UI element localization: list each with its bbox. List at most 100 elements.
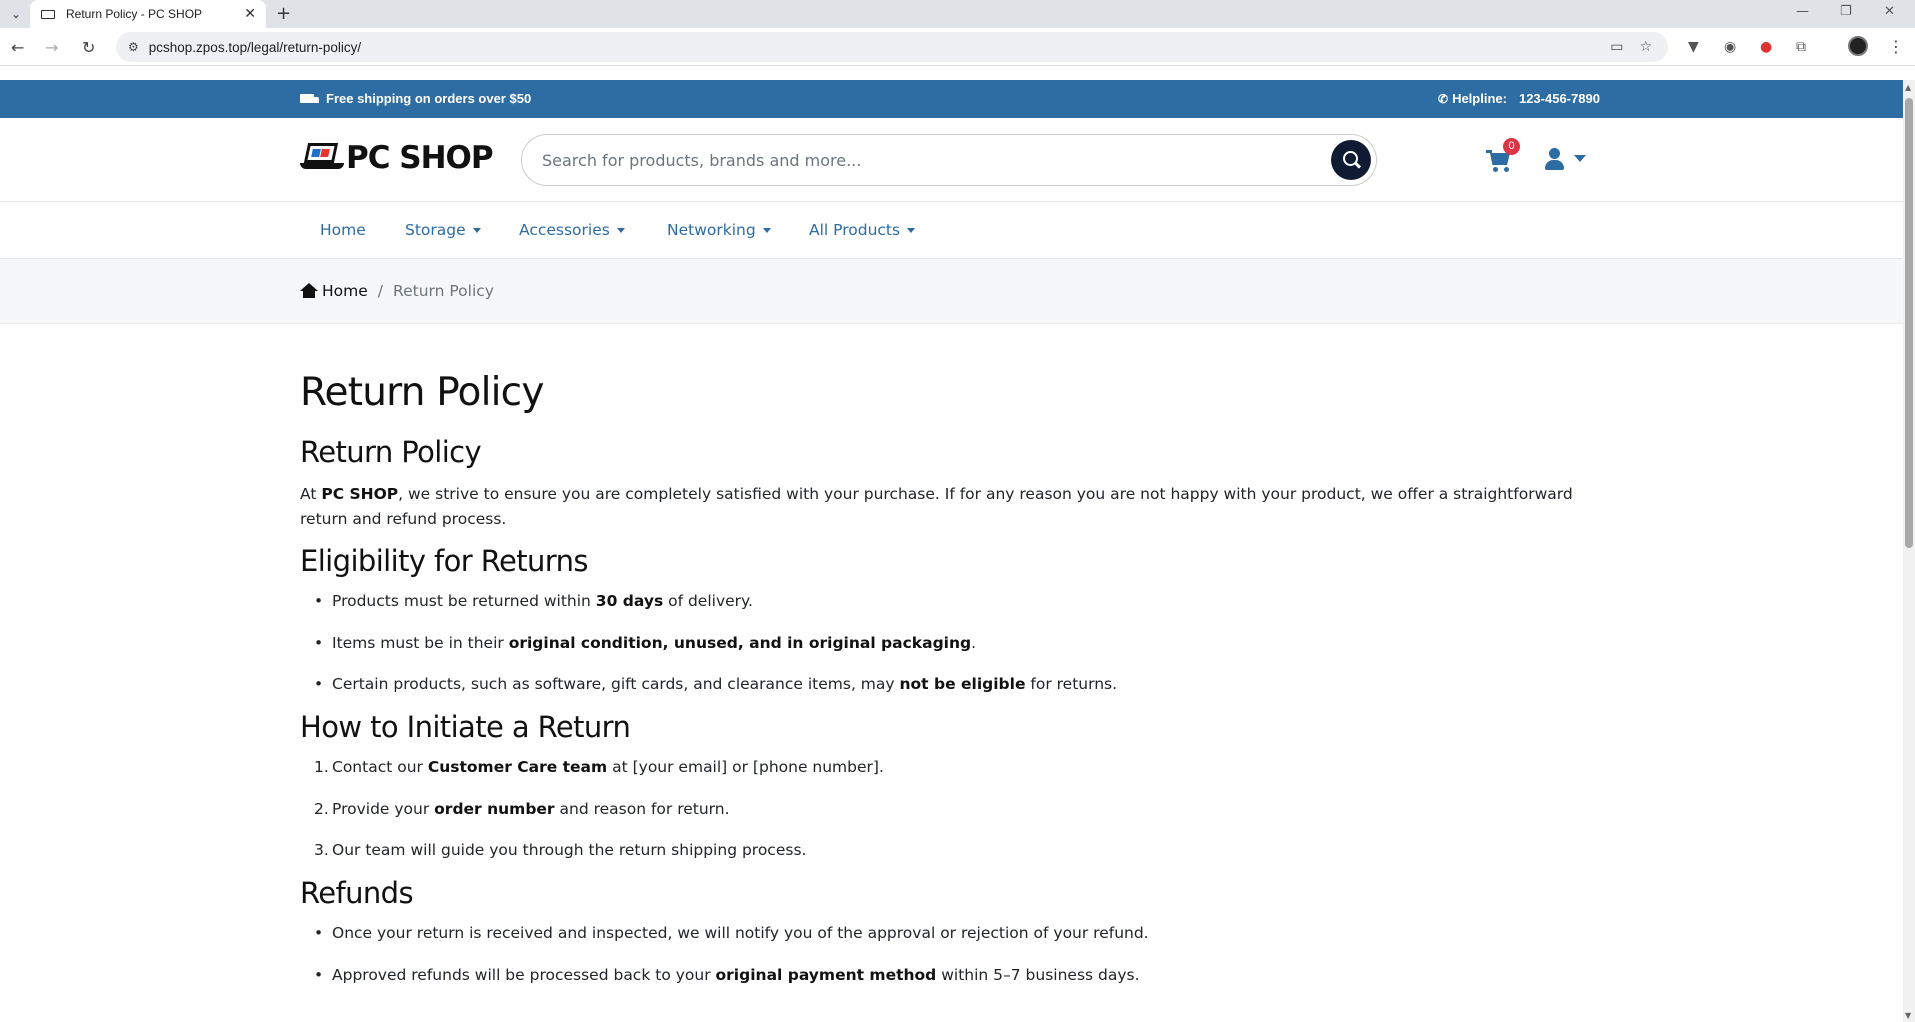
page-scrollbar[interactable]: ▲ ▼ <box>1903 80 1915 1022</box>
nav-item-home[interactable]: Home <box>320 221 366 239</box>
list-text: Items must be in their <box>332 634 509 652</box>
search-bar <box>521 134 1377 186</box>
extension-v-icon[interactable]: ▼ <box>1688 39 1699 55</box>
site-logo[interactable]: PC SHOP <box>300 140 494 176</box>
nav-item-accessories[interactable]: Accessories <box>519 221 625 239</box>
back-icon[interactable]: ← <box>11 38 24 57</box>
extension-pokeball-icon[interactable]: ● <box>1760 39 1772 55</box>
list-bold: order number <box>434 800 555 818</box>
phone-icon: ✆ <box>1438 91 1449 106</box>
scroll-up-arrow-icon[interactable]: ▲ <box>1905 83 1911 92</box>
tab-close-icon[interactable]: ✕ <box>244 6 256 22</box>
list-item: • Certain products, such as software, gif… <box>314 675 1118 693</box>
section-title-refunds: Refunds <box>300 876 414 910</box>
caret-down-icon <box>907 227 916 233</box>
profile-avatar[interactable] <box>1848 36 1868 56</box>
search-input[interactable] <box>542 150 1331 170</box>
section-title-initiate: How to Initiate a Return <box>300 710 631 744</box>
breadcrumb-bar: Home / Return Policy <box>0 259 1903 324</box>
list-number: 2. <box>314 800 329 818</box>
forward-icon[interactable]: → <box>45 38 58 57</box>
search-button[interactable] <box>1331 140 1371 180</box>
bullet-icon: • <box>314 592 324 610</box>
helpline: ✆ Helpline: 123-456-7890 <box>1438 91 1600 106</box>
list-bold: Customer Care team <box>427 758 608 776</box>
laptop-logo-icon <box>300 143 344 173</box>
nav-item-label: All Products <box>809 221 901 239</box>
page-viewport: Free shipping on orders over $50 ✆ Helpl… <box>0 80 1903 1022</box>
list-bold: original condition, unused, and in origi… <box>508 634 972 652</box>
helpline-label: Helpline: <box>1452 91 1507 106</box>
restore-icon[interactable]: ❐ <box>1840 4 1852 19</box>
breadcrumb: Home / Return Policy <box>300 282 494 300</box>
nav-item-label: Storage <box>405 221 466 239</box>
page-title: Return Policy <box>300 370 544 415</box>
tab-search-chevron-icon[interactable]: ⌄ <box>6 5 26 23</box>
list-text: Once your return is received and inspect… <box>332 924 1149 942</box>
list-number: 3. <box>314 841 329 859</box>
shipping-notice: Free shipping on orders over $50 <box>300 91 531 106</box>
list-number: 1. <box>314 758 329 776</box>
section-title-eligibility: Eligibility for Returns <box>300 544 588 578</box>
extension-globe-icon[interactable]: ◉ <box>1724 39 1736 55</box>
nav-item-networking[interactable]: Networking <box>667 221 771 239</box>
bullet-icon: • <box>314 924 324 942</box>
card-icon[interactable]: ▭ <box>1610 39 1623 55</box>
list-text: of delivery. <box>663 592 753 610</box>
caret-down-icon <box>762 227 771 233</box>
list-text: for returns. <box>1025 675 1118 693</box>
intro-paragraph: At PC SHOP, we strive to ensure you are … <box>300 482 1600 532</box>
helpline-number[interactable]: 123-456-7890 <box>1519 91 1600 106</box>
browser-toolbar: ← → ↻ ⚙ pcshop.zpos.top/legal/return-pol… <box>0 28 1915 66</box>
tab-title: Return Policy - PC SHOP <box>66 7 203 21</box>
site-header: PC SHOP 0 <box>0 118 1903 202</box>
breadcrumb-separator: / <box>377 282 384 300</box>
list-bold: not be eligible <box>899 675 1026 693</box>
nav-item-all-products[interactable]: All Products <box>809 221 916 239</box>
list-text: Certain products, such as software, gift… <box>332 675 900 693</box>
new-tab-button[interactable]: + <box>276 3 291 24</box>
minimize-icon[interactable]: — <box>1796 4 1809 19</box>
site-info-icon[interactable]: ⚙ <box>128 40 139 54</box>
list-item: 1. Contact our Customer Care team at [you… <box>314 758 884 776</box>
browser-tabstrip: ⌄ Return Policy - PC SHOP ✕ + — ❐ ✕ <box>0 0 1915 28</box>
bullet-icon: • <box>314 966 324 984</box>
list-item: 2. Provide your order number and reason f… <box>314 800 730 818</box>
truck-icon <box>300 94 319 103</box>
section-title-return-policy: Return Policy <box>300 435 482 469</box>
bullet-icon: • <box>314 634 324 652</box>
breadcrumb-current: Return Policy <box>393 282 494 300</box>
list-text: and reason for return. <box>554 800 730 818</box>
browser-tab[interactable]: Return Policy - PC SHOP ✕ <box>30 0 266 28</box>
intro-rest: , we strive to ensure you are completely… <box>300 485 1573 528</box>
url-text[interactable]: pcshop.zpos.top/legal/return-policy/ <box>149 40 1610 55</box>
account-caret-down-icon[interactable] <box>1574 155 1586 162</box>
list-item: 3. Our team will guide you through the re… <box>314 841 807 859</box>
list-text: Our team will guide you through the retu… <box>332 841 807 859</box>
browser-menu-icon[interactable]: ⋮ <box>1888 37 1904 56</box>
scroll-down-arrow-icon[interactable]: ▼ <box>1905 1011 1911 1020</box>
breadcrumb-home-link[interactable]: Home <box>322 282 368 300</box>
user-account-icon[interactable] <box>1543 148 1567 170</box>
reload-icon[interactable]: ↻ <box>82 38 95 57</box>
list-text: . <box>971 634 977 652</box>
list-item: • Products must be returned within 30 day… <box>314 592 753 610</box>
bookmark-star-icon[interactable]: ☆ <box>1639 39 1652 55</box>
nav-item-label: Networking <box>667 221 756 239</box>
list-text: Approved refunds will be processed back … <box>332 966 716 984</box>
nav-item-storage[interactable]: Storage <box>405 221 481 239</box>
home-icon <box>300 283 318 299</box>
list-item: • Once your return is received and inspec… <box>314 924 1149 942</box>
address-bar[interactable]: ⚙ pcshop.zpos.top/legal/return-policy/ ▭… <box>116 32 1668 62</box>
list-item: • Approved refunds will be processed back… <box>314 966 1140 984</box>
list-bold: 30 days <box>595 592 664 610</box>
list-text: Contact our <box>332 758 428 776</box>
cart-count-badge: 0 <box>1503 138 1520 155</box>
main-navigation: Home Storage Accessories Networking All … <box>0 202 1903 259</box>
extensions-puzzle-icon[interactable]: ⧉ <box>1796 39 1806 55</box>
cart-icon[interactable]: 0 <box>1486 138 1520 172</box>
caret-down-icon <box>472 227 481 233</box>
nav-item-label: Accessories <box>519 221 610 239</box>
scrollbar-thumb[interactable] <box>1905 98 1913 548</box>
window-close-icon[interactable]: ✕ <box>1884 4 1895 19</box>
